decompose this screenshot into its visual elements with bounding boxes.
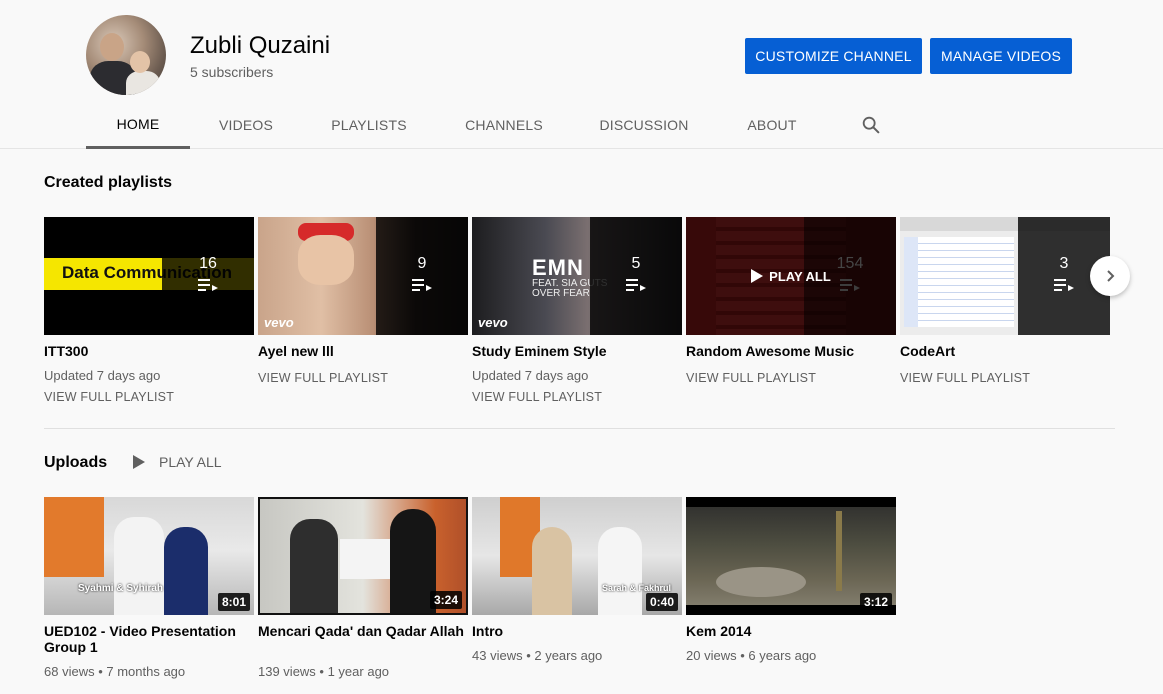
playlist-thumbnail[interactable]: 3 (900, 217, 1110, 335)
tab-about[interactable]: ABOUT (716, 101, 828, 149)
video-thumbnail[interactable]: Syahmi & Syhirah 8:01 (44, 497, 254, 615)
video-thumbnail[interactable]: 3:24 (258, 497, 468, 615)
section-title-uploads: Uploads (44, 454, 108, 471)
play-all-hover-overlay[interactable]: PLAY ALL (686, 217, 896, 335)
video-duration: 3:24 (429, 591, 462, 609)
section-divider (44, 428, 1115, 429)
playlist-count-overlay: 16 (162, 217, 254, 335)
thumbnail-caption: Syahmi & Syhirah (78, 583, 164, 594)
tab-videos[interactable]: VIDEOS (190, 101, 302, 149)
view-full-playlist-link[interactable]: VIEW FULL PLAYLIST (472, 390, 602, 404)
playlist-video-count: 16 (199, 255, 217, 272)
video-meta: 20 views • 6 years ago (686, 648, 817, 663)
video-age: 2 years ago (534, 648, 603, 663)
playlist-video-count: 3 (1059, 255, 1069, 272)
video-views: 43 views (472, 648, 523, 663)
tab-home[interactable]: HOME (86, 101, 190, 149)
search-icon[interactable] (860, 114, 882, 136)
uploads-play-all-button[interactable]: PLAY ALL (133, 454, 222, 470)
playlist-icon (198, 279, 218, 291)
video-age: 1 year ago (327, 664, 390, 679)
play-icon (751, 269, 764, 283)
video-title[interactable]: Kem 2014 (686, 623, 896, 639)
play-all-hover-label: PLAY ALL (769, 268, 831, 284)
playlist-count-overlay: 9 (376, 217, 468, 335)
playlist-icon (626, 279, 646, 291)
playlist-title[interactable]: Random Awesome Music (686, 343, 896, 359)
video-thumbnail[interactable]: 3:12 (686, 497, 896, 615)
playlist-thumbnail[interactable]: EMN FEAT. SIA GUTS OVER FEAR vevo 5 (472, 217, 682, 335)
video-duration: 0:40 (645, 593, 678, 611)
tab-playlists[interactable]: PLAYLISTS (302, 101, 436, 149)
playlist-updated: Updated 7 days ago (472, 368, 589, 383)
video-title[interactable]: Intro (472, 623, 682, 639)
video-duration: 3:12 (859, 593, 892, 611)
playlist-video-count: 9 (417, 255, 427, 272)
video-duration: 8:01 (217, 593, 250, 611)
video-age: 7 months ago (106, 664, 186, 679)
thumbnail-caption: Sarah & Fakhrul (602, 583, 672, 593)
channel-avatar[interactable] (86, 15, 166, 95)
playlist-title[interactable]: Study Eminem Style (472, 343, 682, 359)
playlist-icon (1054, 279, 1074, 291)
playlist-updated: Updated 7 days ago (44, 368, 161, 383)
play-icon (133, 455, 145, 469)
video-views: 139 views (258, 664, 316, 679)
video-meta: 68 views • 7 months ago (44, 664, 186, 679)
playlist-thumbnail[interactable]: Data Communication 16 (44, 217, 254, 335)
playlist-thumbnail[interactable]: vevo 9 (258, 217, 468, 335)
view-full-playlist-link[interactable]: VIEW FULL PLAYLIST (686, 371, 816, 385)
view-full-playlist-link[interactable]: VIEW FULL PLAYLIST (258, 371, 388, 385)
playlist-title[interactable]: ITT300 (44, 343, 254, 359)
playlist-thumbnail[interactable]: 154 PLAY ALL (686, 217, 896, 335)
video-title[interactable]: UED102 - Video Presentation Group 1 (44, 623, 254, 655)
chevron-right-icon (1107, 270, 1115, 282)
playlist-icon (412, 279, 432, 291)
channel-header: Zubli Quzaini 5 subscribers CUSTOMIZE CH… (0, 0, 1163, 149)
playlist-video-count: 5 (631, 255, 641, 272)
manage-videos-button[interactable]: MANAGE VIDEOS (930, 38, 1072, 74)
view-full-playlist-link[interactable]: VIEW FULL PLAYLIST (44, 390, 174, 404)
tab-discussion[interactable]: DISCUSSION (572, 101, 716, 149)
customize-channel-button[interactable]: CUSTOMIZE CHANNEL (745, 38, 922, 74)
video-views: 20 views (686, 648, 737, 663)
channel-name: Zubli Quzaini (190, 32, 331, 59)
video-title[interactable]: Mencari Qada' dan Qadar Allah (258, 623, 468, 639)
vevo-logo: vevo (264, 315, 294, 330)
tab-channels[interactable]: CHANNELS (436, 101, 572, 149)
video-meta: 139 views • 1 year ago (258, 664, 390, 679)
vevo-logo: vevo (478, 315, 508, 330)
subscriber-count: 5 subscribers (190, 64, 274, 80)
playlist-title[interactable]: CodeArt (900, 343, 1110, 359)
video-meta: 43 views • 2 years ago (472, 648, 603, 663)
video-thumbnail[interactable]: Sarah & Fakhrul 0:40 (472, 497, 682, 615)
playlist-count-overlay: 5 (590, 217, 682, 335)
playlist-title[interactable]: Ayel new lll (258, 343, 468, 359)
play-all-label: PLAY ALL (159, 454, 222, 470)
video-views: 68 views (44, 664, 95, 679)
carousel-next-button[interactable] (1090, 256, 1130, 296)
video-age: 6 years ago (748, 648, 817, 663)
channel-tabs: HOME VIDEOS PLAYLISTS CHANNELS DISCUSSIO… (86, 101, 828, 149)
section-title-playlists: Created playlists (44, 174, 173, 191)
view-full-playlist-link[interactable]: VIEW FULL PLAYLIST (900, 371, 1030, 385)
